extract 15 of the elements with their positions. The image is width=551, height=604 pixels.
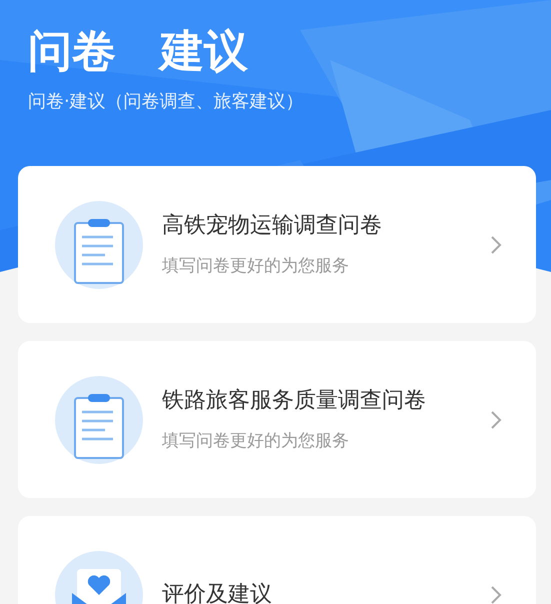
- page-subtitle: 问卷·建议（问卷调查、旅客建议）: [28, 90, 304, 114]
- card-subtitle: 填写问卷更好的为您服务: [162, 430, 349, 454]
- clipboard-icon: [55, 376, 143, 464]
- page-title: 问卷 建议: [28, 28, 248, 76]
- chevron-right-icon: [490, 410, 502, 430]
- survey-card[interactable]: 高铁宠物运输调查问卷 填写问卷更好的为您服务: [18, 166, 536, 323]
- clipboard-icon: [55, 200, 143, 288]
- card-subtitle: 填写问卷更好的为您服务: [162, 255, 349, 278]
- card-title: 铁路旅客服务质量调查问卷: [162, 387, 426, 416]
- survey-card[interactable]: 评价及建议: [18, 516, 536, 604]
- survey-card[interactable]: 铁路旅客服务质量调查问卷 填写问卷更好的为您服务: [18, 341, 536, 498]
- card-title: 高铁宠物运输调查问卷: [162, 212, 382, 240]
- chevron-right-icon: [490, 584, 502, 604]
- card-title: 评价及建议: [162, 581, 272, 604]
- chevron-right-icon: [490, 234, 502, 254]
